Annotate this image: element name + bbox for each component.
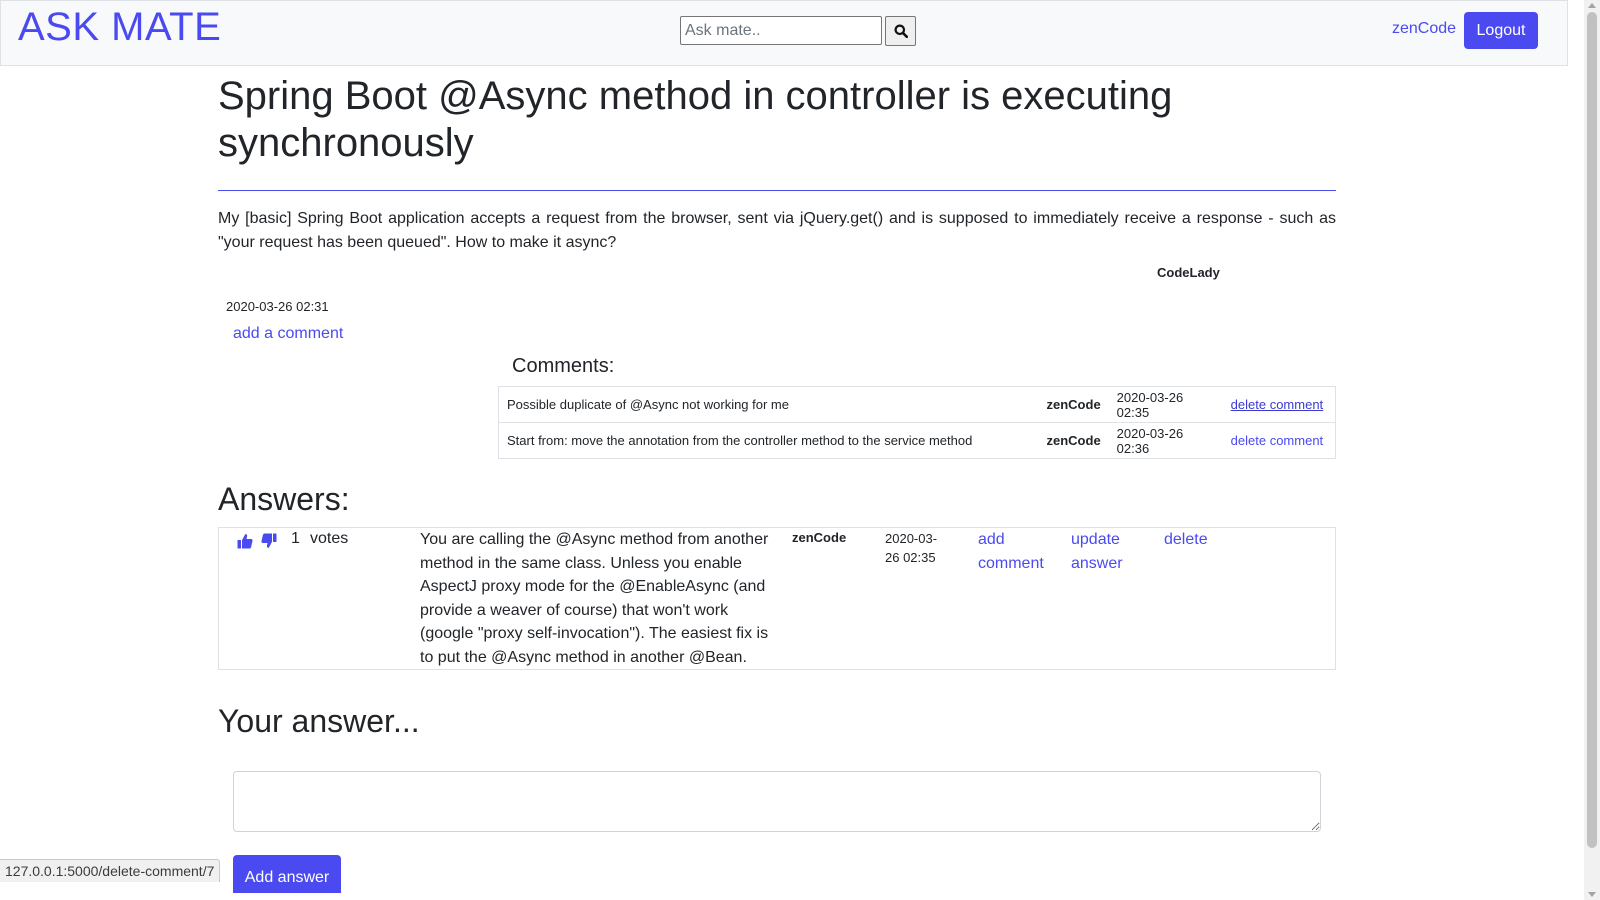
comments-heading: Comments: [512,355,615,377]
user-profile-link[interactable]: zenCode [1392,20,1456,38]
comment-row: Start from: move the annotation from the… [498,422,1336,459]
comment-text: Start from: move the annotation from the… [498,422,1039,459]
comment-user: zenCode [1038,386,1109,423]
brand-link[interactable]: ASK MATE [18,5,221,50]
comment-action-cell: delete comment [1222,422,1336,459]
comment-text: Possible duplicate of @Async not working… [498,386,1039,423]
thumbs-down-icon[interactable] [261,533,277,549]
delete-answer-link[interactable]: delete [1164,528,1208,552]
logout-button[interactable]: Logout [1464,12,1538,49]
question-date: 2020-03-26 02:31 [226,299,329,314]
votes-label: votes [310,530,349,547]
title-divider [218,190,1336,191]
search-input[interactable] [680,16,882,45]
question-body: My [basic] Spring Boot application accep… [218,210,1336,251]
search-button[interactable] [885,16,916,46]
vote-count: 1 [291,530,300,547]
your-answer-heading: Your answer... [218,703,420,739]
answer-row: 1 votes You are calling the @Async metho… [218,527,1336,670]
answers-heading: Answers: [218,481,350,517]
delete-comment-link[interactable]: delete comment [1231,433,1324,448]
comment-user: zenCode [1038,422,1109,459]
comment-action-cell: delete comment [1222,386,1336,423]
add-answer-button[interactable]: Add answer [233,855,341,893]
scroll-down-arrow-icon[interactable] [1588,892,1596,897]
update-answer-link[interactable]: update answer [1071,528,1151,575]
comment-row: Possible duplicate of @Async not working… [498,386,1336,423]
answer-date: 2020-03-26 02:35 [885,531,938,565]
answer-user: zenCode [792,530,847,545]
comment-date: 2020-03-26 02:35 [1108,386,1223,423]
answer-text: You are calling the @Async method from a… [420,531,769,666]
navbar: ASK MATE zenCode Logout [0,0,1568,66]
answer-textarea[interactable] [233,771,1321,832]
comments-table: Possible duplicate of @Async not working… [498,386,1336,459]
search-icon [894,24,908,38]
search-form [680,16,916,46]
comment-date: 2020-03-26 02:36 [1108,422,1223,459]
thumbs-up-icon[interactable] [237,533,253,549]
question-author: CodeLady [1157,265,1220,280]
question-title: Spring Boot @Async method in controller … [218,74,1173,165]
status-bar-url: 127.0.0.1:5000/delete-comment/7 [0,859,221,882]
delete-comment-link[interactable]: delete comment [1231,397,1324,412]
scrollbar-thumb[interactable] [1587,12,1597,848]
add-answer-comment-link[interactable]: add comment [978,528,1058,575]
scroll-up-arrow-icon[interactable] [1588,3,1596,8]
page-scrollbar[interactable] [1584,0,1600,900]
add-question-comment-link[interactable]: add a comment [233,325,343,343]
